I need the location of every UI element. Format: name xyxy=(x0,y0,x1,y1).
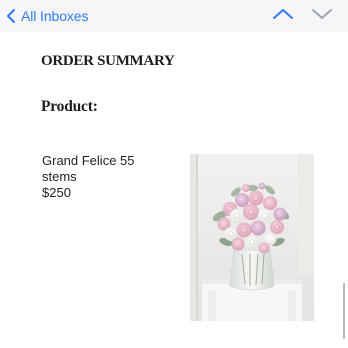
previous-message-button[interactable] xyxy=(271,6,295,26)
next-message-button[interactable] xyxy=(310,6,334,26)
top-nav-bar: All Inboxes xyxy=(0,0,348,32)
back-button-label: All Inboxes xyxy=(21,8,89,24)
product-heading: Product: xyxy=(41,98,98,115)
chevron-left-icon xyxy=(6,8,16,24)
chevron-down-icon xyxy=(311,7,333,25)
email-screen: All Inboxes ORDER SUMMARY Product: Grand… xyxy=(0,0,348,348)
product-details: Grand Felice 55 stems $250 xyxy=(42,153,160,201)
product-name: Grand Felice 55 stems xyxy=(42,153,135,184)
order-summary-title: ORDER SUMMARY xyxy=(41,53,175,69)
product-price: $250 xyxy=(42,185,71,200)
product-image[interactable] xyxy=(190,154,314,321)
chevron-up-icon xyxy=(272,7,294,25)
back-to-inboxes-button[interactable]: All Inboxes xyxy=(6,3,88,29)
scroll-indicator[interactable] xyxy=(343,283,345,339)
